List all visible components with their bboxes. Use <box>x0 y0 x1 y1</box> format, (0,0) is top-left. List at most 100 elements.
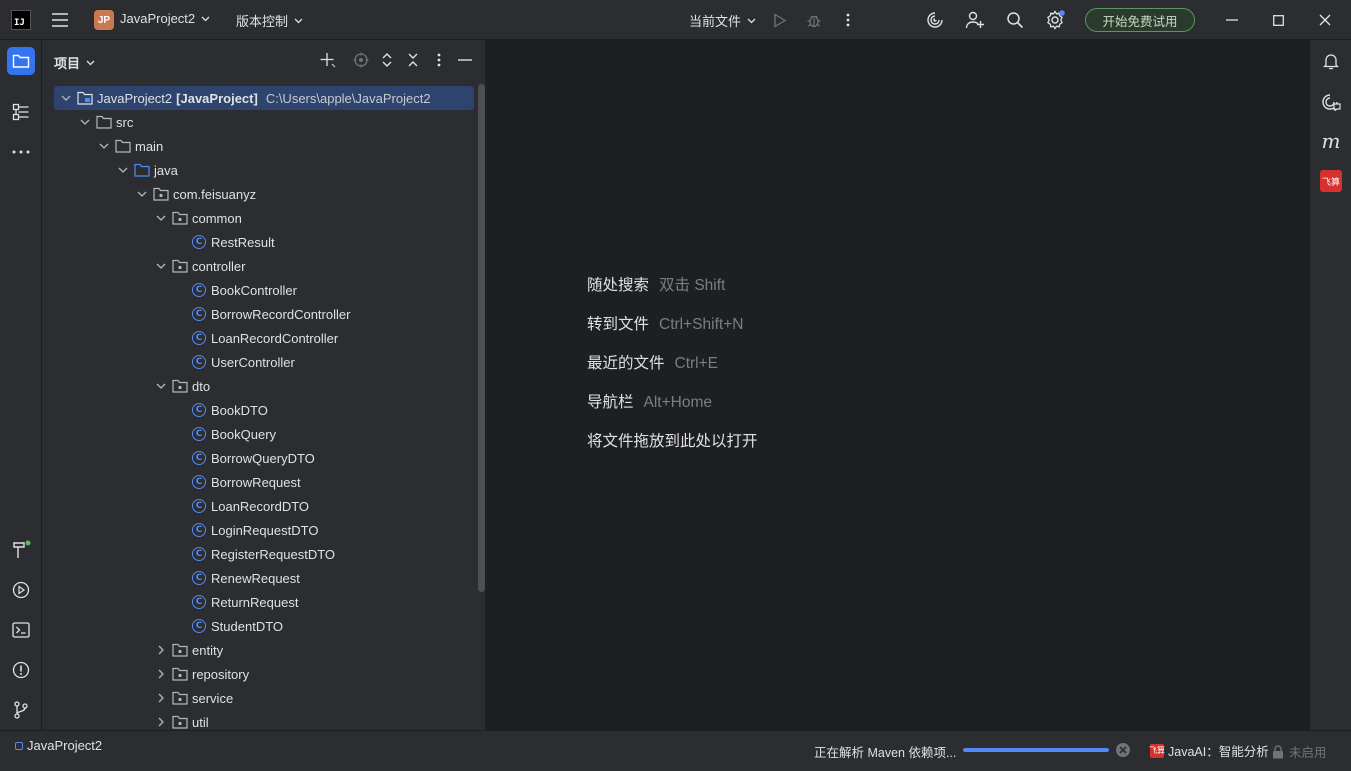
tree-row-class[interactable]: C LoanRecordController <box>54 326 474 350</box>
minimize-icon <box>1226 19 1238 21</box>
ai-assistant-icon <box>927 12 943 28</box>
project-view-selector[interactable]: 项目 <box>54 53 95 72</box>
tree-row-folder[interactable]: src <box>54 110 474 134</box>
tree-row-class[interactable]: C RenewRequest <box>54 566 474 590</box>
close-window-button[interactable] <box>1314 9 1336 31</box>
project-switcher[interactable]: JavaProject2 <box>120 11 210 26</box>
tree-row-package[interactable]: common <box>54 206 474 230</box>
tree-row-class[interactable]: C BookDTO <box>54 398 474 422</box>
tree-row-class[interactable]: C RegisterRequestDTO <box>54 542 474 566</box>
java-class-icon: C <box>191 498 207 514</box>
run-config-selector[interactable]: 当前文件 <box>689 11 756 30</box>
expand-all-button[interactable] <box>377 50 397 70</box>
plus-icon <box>320 53 336 68</box>
tree-row-package[interactable]: entity <box>54 638 474 662</box>
git-tool-button[interactable] <box>7 696 35 724</box>
debug-button[interactable] <box>803 9 825 31</box>
tree-row-source-folder[interactable]: java <box>54 158 474 182</box>
chevron-down-icon[interactable] <box>96 138 112 154</box>
background-task-label[interactable]: 正在解析 Maven 依赖项... <box>814 742 956 761</box>
tree-row-class[interactable]: C BorrowQueryDTO <box>54 446 474 470</box>
hide-panel-button[interactable] <box>455 50 475 70</box>
chevron-down-icon[interactable] <box>134 186 150 202</box>
services-tool-button[interactable] <box>7 576 35 604</box>
project-tool-button[interactable] <box>7 47 35 75</box>
feisuan-ai-button[interactable]: 飞算 <box>1320 170 1342 192</box>
tree-row-class[interactable]: C BorrowRequest <box>54 470 474 494</box>
tree-row-package[interactable]: repository <box>54 662 474 686</box>
more-actions-button[interactable] <box>837 9 859 31</box>
structure-tool-button[interactable] <box>7 98 35 126</box>
project-badge[interactable]: JP <box>94 10 114 30</box>
tree-row-class[interactable]: C BookQuery <box>54 422 474 446</box>
java-class-icon: C <box>191 570 207 586</box>
ai-chat-button[interactable] <box>1317 88 1345 116</box>
main-menu-button[interactable] <box>48 8 72 32</box>
lock-icon <box>1273 744 1283 758</box>
panel-options-button[interactable] <box>429 50 449 70</box>
chevron-down-icon[interactable] <box>153 258 169 274</box>
tree-row-package[interactable]: service <box>54 686 474 710</box>
tree-row-class[interactable]: C UserController <box>54 350 474 374</box>
java-class-icon: C <box>191 402 207 418</box>
chevron-down-icon[interactable] <box>153 378 169 394</box>
tree-row-class[interactable]: C BookController <box>54 278 474 302</box>
maven-tool-button[interactable]: m <box>1317 127 1345 155</box>
tree-row-class[interactable]: C RestResult <box>54 230 474 254</box>
tree-row-package[interactable]: com.feisuanyz <box>54 182 474 206</box>
tree-row-class[interactable]: C StudentDTO <box>54 614 474 638</box>
debug-icon <box>807 15 821 28</box>
build-tool-button[interactable] <box>7 536 35 564</box>
chevron-right-icon[interactable] <box>153 666 169 682</box>
more-vertical-icon <box>437 53 441 67</box>
chevron-right-icon[interactable] <box>153 642 169 658</box>
project-tree-scrollbar[interactable] <box>478 84 485 592</box>
collapse-all-button[interactable] <box>403 50 423 70</box>
minimize-button[interactable] <box>1221 9 1243 31</box>
chevron-down-icon[interactable] <box>115 162 131 178</box>
panel-title: 项目 <box>54 56 81 71</box>
tree-row-class[interactable]: C LoanRecordDTO <box>54 494 474 518</box>
java-class-icon: C <box>191 330 207 346</box>
locate-file-button[interactable] <box>351 50 371 70</box>
more-tools-button[interactable] <box>7 138 35 166</box>
hint-search-everywhere: 随处搜索 双击 Shift <box>587 273 725 295</box>
tree-row-class[interactable]: C ReturnRequest <box>54 590 474 614</box>
code-with-me-button[interactable] <box>964 9 986 31</box>
run-button[interactable] <box>769 9 791 31</box>
status-project-breadcrumb[interactable]: JavaProject2 <box>15 738 102 753</box>
cancel-task-button[interactable] <box>1115 742 1131 758</box>
tree-row-module[interactable]: JavaProject2 [JavaProject] C:\Users\apple\… <box>54 86 474 110</box>
chevron-right-icon[interactable] <box>153 714 169 730</box>
chevron-down-icon[interactable] <box>153 210 169 226</box>
chevron-down-icon[interactable] <box>77 114 93 130</box>
hint-recent-files: 最近的文件 Ctrl+E <box>587 351 718 373</box>
tree-item-label: BookDTO <box>211 402 268 418</box>
tree-item-label: StudentDTO <box>211 618 284 634</box>
tree-row-class[interactable]: C LoginRequestDTO <box>54 518 474 542</box>
maximize-button[interactable] <box>1267 9 1289 31</box>
tree-row-class[interactable]: C BorrowRecordController <box>54 302 474 326</box>
start-free-trial-button[interactable]: 开始免费试用 <box>1085 8 1195 32</box>
package-icon <box>153 186 169 202</box>
lock-status[interactable]: 未启用 <box>1272 742 1327 761</box>
search-everywhere-button[interactable] <box>1004 9 1026 31</box>
ai-assistant-button[interactable] <box>924 9 946 31</box>
terminal-tool-button[interactable] <box>7 616 35 644</box>
notifications-button[interactable] <box>1317 47 1345 75</box>
chevron-right-icon[interactable] <box>153 690 169 706</box>
editor-area[interactable]: 随处搜索 双击 Shift 转到文件 Ctrl+Shift+N 最近的文件 Ctrl+… <box>487 40 1309 730</box>
tree-row-package[interactable]: controller <box>54 254 474 278</box>
module-path-label: C:\Users\apple\JavaProject2 <box>265 90 431 106</box>
javaai-status[interactable]: 飞算 JavaAI：智能分析 <box>1149 741 1269 760</box>
chevron-down-icon[interactable] <box>58 90 74 106</box>
tree-row-package[interactable]: dto <box>54 374 474 398</box>
vcs-menu[interactable]: 版本控制 <box>236 11 303 30</box>
title-bar: IJ JP JavaProject2 版本控制 当前文件 开始免费试用 <box>0 0 1351 40</box>
module-icon <box>15 741 23 750</box>
problems-tool-button[interactable] <box>7 656 35 684</box>
new-file-button[interactable] <box>318 50 338 70</box>
tree-row-folder[interactable]: main <box>54 134 474 158</box>
settings-button[interactable] <box>1044 9 1066 31</box>
